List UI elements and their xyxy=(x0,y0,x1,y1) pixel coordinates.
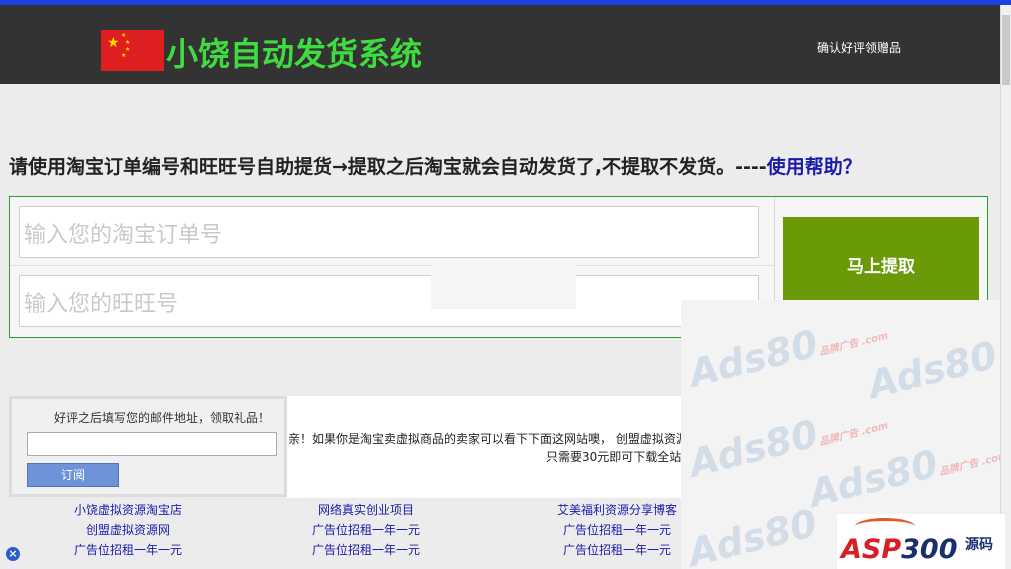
subscribe-button[interactable]: 订阅 xyxy=(27,463,119,487)
link-col1-row2[interactable]: 创盟虚拟资源网 xyxy=(86,521,170,538)
help-link[interactable]: 使用帮助？ xyxy=(767,156,862,178)
instruction-body: 请使用淘宝订单编号和旺旺号自助提货→提取之后淘宝就会自动发货了,不提取不发货。-… xyxy=(9,156,767,178)
watermark-text: Ads80 xyxy=(684,321,823,396)
watermark-text: Ads80 xyxy=(684,411,823,486)
promo-text-line2: 只需要30元即可下载全站 xyxy=(546,450,682,464)
link-col2-row2[interactable]: 广告位招租一年一元 xyxy=(312,521,420,538)
link-col3-row3[interactable]: 广告位招租一年一元 xyxy=(563,541,671,558)
china-flag-icon: ★ ★ ★ ★ ★ xyxy=(101,30,164,71)
review-gift-link[interactable]: 确认好评领赠品 xyxy=(817,39,901,56)
link-col2-row3[interactable]: 广告位招租一年一元 xyxy=(312,541,420,558)
watermark-logo: Ads80品牌广告 .com xyxy=(685,304,891,395)
promo-text-line1: 亲！如果你是淘宝卖虚拟商品的卖家可以看下下面这网站噢， 创盟虚拟资源 xyxy=(288,432,688,446)
email-input[interactable] xyxy=(27,432,277,456)
flame-icon xyxy=(855,518,915,535)
link-col3-row1[interactable]: 艾美福利资源分享博客 xyxy=(557,501,677,518)
link-col1-row1[interactable]: 小饶虚拟资源淘宝店 xyxy=(74,501,182,518)
site-header: ★ ★ ★ ★ ★ 小饶自动发货系统 确认好评领赠品 xyxy=(0,5,1000,84)
promo-area xyxy=(287,396,687,498)
link-col3-row2[interactable]: 广告位招租一年一元 xyxy=(563,521,671,538)
asp-text-red: ASP xyxy=(841,534,902,565)
watermark-logo: Ads80 xyxy=(684,501,822,569)
asp300-logo: ASP300 源码 xyxy=(837,514,1005,569)
asp-text-blue: 300 xyxy=(901,534,958,565)
watermark-sub: 品牌广告 .com xyxy=(938,450,1000,479)
link-col1-row3[interactable]: 广告位招租一年一元 xyxy=(74,541,182,558)
gift-label: 好评之后填写您的邮件地址，领取礼品！ xyxy=(54,411,271,425)
scrollbar-thumb[interactable] xyxy=(1002,15,1010,85)
link-col2-row1[interactable]: 网络真实创业项目 xyxy=(318,501,414,518)
watermark-sub: 品牌广告 .com xyxy=(818,420,890,449)
site-logo-text[interactable]: 小饶自动发货系统 xyxy=(166,29,422,75)
watermark-sub: 品牌广告 .com xyxy=(818,330,890,359)
gift-subscribe-panel: 好评之后填写您的邮件地址，领取礼品！ 订阅 xyxy=(9,396,287,497)
vertical-scrollbar[interactable] xyxy=(1000,5,1011,569)
asp300-logo-text: ASP300 xyxy=(841,534,958,565)
blank-overlay-box xyxy=(431,263,576,309)
close-icon[interactable]: × xyxy=(6,547,20,561)
form-divider-horizontal xyxy=(10,265,774,266)
watermark-text: Ads80 xyxy=(683,500,822,569)
order-number-input[interactable]: 输入您的淘宝订单号 xyxy=(19,206,759,258)
wangwang-id-input[interactable]: 输入您的旺旺号 xyxy=(19,275,759,327)
asp300-logo-cn: 源码 xyxy=(965,537,993,553)
instruction-text: 请使用淘宝订单编号和旺旺号自助提货→提取之后淘宝就会自动发货了,不提取不发货。-… xyxy=(9,152,862,179)
extract-now-button[interactable]: 马上提取 xyxy=(783,217,979,302)
